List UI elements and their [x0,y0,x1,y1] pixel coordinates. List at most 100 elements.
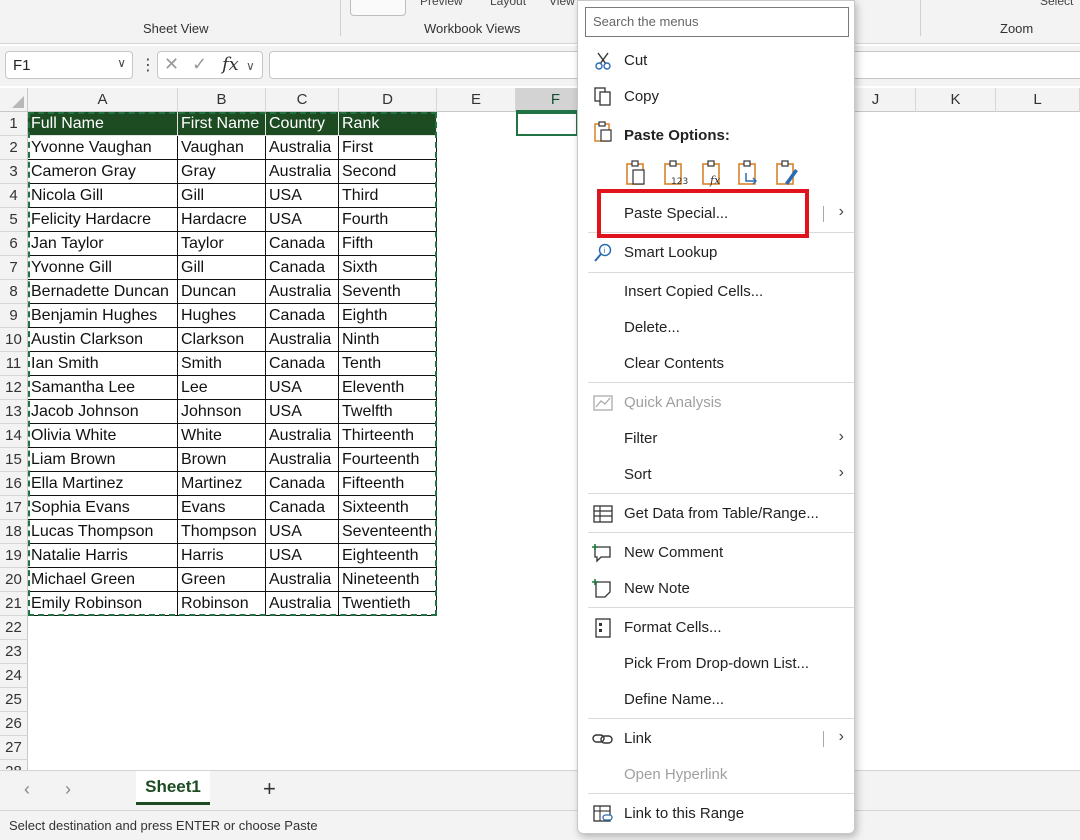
table-cell[interactable]: Cameron Gray [28,160,178,184]
cancel-icon[interactable]: ✕ [164,54,179,75]
menu-item-cut[interactable]: Cut [578,43,854,79]
table-cell[interactable]: USA [266,400,339,424]
table-cell[interactable]: Canada [266,496,339,520]
row-header-15[interactable]: 15 [0,448,28,472]
table-cell[interactable]: Yvonne Gill [28,256,178,280]
table-cell[interactable]: Fifteenth [339,472,437,496]
row-header-24[interactable]: 24 [0,664,28,688]
table-cell[interactable]: Australia [266,592,339,616]
table-cell[interactable]: Robinson [178,592,266,616]
paste-values-icon[interactable]: 123 [662,159,688,187]
column-header-l[interactable]: L [996,88,1080,112]
row-header-20[interactable]: 20 [0,568,28,592]
table-cell[interactable]: Nineteenth [339,568,437,592]
ribbon-button[interactable] [350,0,406,16]
row-header-1[interactable]: 1 [0,112,28,136]
menu-item-clear-contents[interactable]: Clear Contents [578,346,854,382]
row-header-4[interactable]: 4 [0,184,28,208]
table-cell[interactable]: Lee [178,376,266,400]
row-header-28[interactable]: 28 [0,760,28,770]
ribbon-custom-views[interactable]: View [549,0,575,8]
table-cell[interactable]: Second [339,160,437,184]
table-cell[interactable]: Yvonne Vaughan [28,136,178,160]
table-cell[interactable]: Australia [266,328,339,352]
table-cell[interactable]: USA [266,544,339,568]
name-box[interactable]: F1 ∨ [5,51,133,79]
table-cell[interactable]: Australia [266,424,339,448]
table-cell[interactable]: Hughes [178,304,266,328]
row-header-9[interactable]: 9 [0,304,28,328]
menu-search-input[interactable]: Search the menus [585,7,849,37]
paste-formatting-icon[interactable] [774,159,800,187]
table-cell[interactable]: Gill [178,184,266,208]
row-header-16[interactable]: 16 [0,472,28,496]
chevron-down-icon[interactable]: ∨ [117,56,126,70]
table-cell[interactable]: Liam Brown [28,448,178,472]
table-cell[interactable]: White [178,424,266,448]
menu-item-link[interactable]: Link › [578,721,854,757]
enter-check-icon[interactable]: ✓ [192,54,207,75]
chevron-right-icon[interactable]: › [839,728,844,746]
table-cell[interactable]: Twelfth [339,400,437,424]
table-cell[interactable]: Third [339,184,437,208]
table-cell[interactable]: USA [266,376,339,400]
table-cell[interactable]: Benjamin Hughes [28,304,178,328]
menu-item-link-to-range[interactable]: Link to this Range [578,796,854,832]
row-header-26[interactable]: 26 [0,712,28,736]
menu-item-format-cells[interactable]: Format Cells... [578,610,854,646]
table-cell[interactable]: Jan Taylor [28,232,178,256]
column-header-a[interactable]: A [28,88,178,112]
table-cell[interactable]: First [339,136,437,160]
table-cell[interactable]: Eighteenth [339,544,437,568]
table-cell[interactable]: Taylor [178,232,266,256]
paste-formulas-icon[interactable]: fx [700,159,726,187]
table-cell[interactable]: Ian Smith [28,352,178,376]
column-header-d[interactable]: D [339,88,437,112]
menu-item-get-data[interactable]: Get Data from Table/Range... [578,496,854,532]
chevron-left-icon[interactable]: ‹ [24,779,30,800]
row-header-5[interactable]: 5 [0,208,28,232]
chevron-down-icon[interactable]: ∨ [246,59,255,73]
table-header-cell[interactable]: Full Name [28,112,178,136]
column-header-k[interactable]: K [916,88,996,112]
table-cell[interactable]: Sophia Evans [28,496,178,520]
table-cell[interactable]: Smith [178,352,266,376]
row-header-17[interactable]: 17 [0,496,28,520]
column-header-c[interactable]: C [266,88,339,112]
select-all-corner[interactable] [0,88,28,112]
column-header-b[interactable]: B [178,88,266,112]
row-header-18[interactable]: 18 [0,520,28,544]
table-cell[interactable]: Gill [178,256,266,280]
row-header-25[interactable]: 25 [0,688,28,712]
row-header-27[interactable]: 27 [0,736,28,760]
table-cell[interactable]: Jacob Johnson [28,400,178,424]
menu-item-define-name[interactable]: Define Name... [578,682,854,718]
menu-item-new-note[interactable]: New Note [578,571,854,607]
table-cell[interactable]: Canada [266,352,339,376]
row-header-3[interactable]: 3 [0,160,28,184]
table-cell[interactable]: Seventeenth [339,520,437,544]
table-cell[interactable]: Fourth [339,208,437,232]
table-cell[interactable]: Clarkson [178,328,266,352]
paste-transpose-icon[interactable] [736,159,762,187]
table-cell[interactable]: Lucas Thompson [28,520,178,544]
table-cell[interactable]: USA [266,184,339,208]
chevron-right-icon[interactable]: › [839,203,844,221]
menu-item-smart-lookup[interactable]: i Smart Lookup [578,235,854,271]
table-cell[interactable]: Twentieth [339,592,437,616]
table-cell[interactable]: Thompson [178,520,266,544]
chevron-right-icon[interactable]: › [65,779,71,800]
table-cell[interactable]: Tenth [339,352,437,376]
table-cell[interactable]: Johnson [178,400,266,424]
add-sheet-icon[interactable]: + [263,776,276,802]
table-cell[interactable]: Sixteenth [339,496,437,520]
table-cell[interactable]: Evans [178,496,266,520]
table-cell[interactable]: Canada [266,232,339,256]
table-cell[interactable]: Bernadette Duncan [28,280,178,304]
table-cell[interactable]: Seventh [339,280,437,304]
table-cell[interactable]: Fourteenth [339,448,437,472]
table-cell[interactable]: Fifth [339,232,437,256]
table-cell[interactable]: Australia [266,136,339,160]
row-header-13[interactable]: 13 [0,400,28,424]
menu-item-filter[interactable]: Filter › [578,421,854,457]
